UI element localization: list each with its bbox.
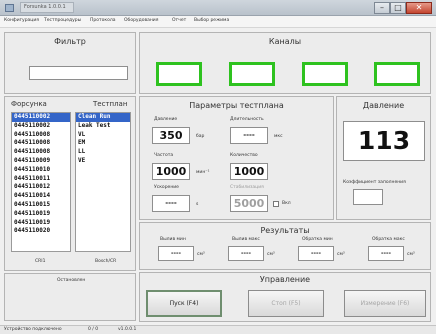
testplan-group-label: Bosch/CR bbox=[95, 259, 117, 264]
pressure-panel-title: Давление bbox=[362, 101, 405, 110]
stabilization-field[interactable]: 5000 bbox=[230, 195, 268, 212]
measure-button[interactable]: Измерение (F6) bbox=[344, 290, 426, 317]
channel-indicator-3 bbox=[302, 62, 348, 86]
frequency-field[interactable]: 1000 bbox=[152, 163, 190, 180]
duration-field[interactable]: ---- bbox=[230, 127, 268, 144]
list-item[interactable]: 0445110020 bbox=[12, 227, 70, 236]
control-panel: Управление Пуск (F4) Стоп (F5) Измерение… bbox=[139, 272, 431, 322]
nozzle-group-label: CRI1 bbox=[35, 259, 46, 264]
nozzle-column-header: Форсунка bbox=[11, 100, 47, 108]
result-unit: см³ bbox=[197, 252, 205, 257]
stabilization-checkbox[interactable] bbox=[273, 201, 279, 207]
stabilization-check-label: Вкл bbox=[282, 201, 291, 206]
list-item[interactable]: 0445110008 bbox=[12, 131, 70, 140]
result-unit: см³ bbox=[407, 252, 415, 257]
menu-testprocedures[interactable]: Тестпроцедуры bbox=[44, 18, 81, 23]
list-item[interactable]: EM bbox=[76, 139, 130, 148]
frequency-unit: мин⁻¹ bbox=[196, 170, 210, 175]
list-item[interactable]: 0445110012 bbox=[12, 183, 70, 192]
channels-panel: Каналы bbox=[139, 32, 431, 94]
list-item[interactable]: 0445110019 bbox=[12, 210, 70, 219]
result-value: ---- bbox=[228, 246, 264, 261]
result-unit: см³ bbox=[337, 252, 345, 257]
result-value: ---- bbox=[158, 246, 194, 261]
list-item[interactable]: 0445110008 bbox=[12, 139, 70, 148]
fill-coef-label: Коэффициент заполнения bbox=[343, 180, 406, 185]
result-label: Вылив макс bbox=[232, 237, 260, 242]
status-connection: Устройство подключено bbox=[4, 327, 62, 332]
testplan-params-panel: Параметры тестплана Давление 350 бар Дли… bbox=[139, 96, 334, 220]
frequency-label: Частота bbox=[154, 153, 174, 158]
list-item[interactable]: 0445110010 bbox=[12, 166, 70, 175]
filter-title: Фильтр bbox=[54, 37, 86, 46]
channel-indicator-1 bbox=[156, 62, 202, 86]
params-title: Параметры тестплана bbox=[189, 101, 284, 110]
list-item[interactable]: VE bbox=[76, 157, 130, 166]
duration-label: Длительность bbox=[230, 117, 264, 122]
status-counter: 0 / 0 bbox=[88, 327, 99, 332]
list-item[interactable]: 0445110019 bbox=[12, 219, 70, 228]
list-item[interactable]: 0445110002 bbox=[12, 113, 70, 122]
start-button[interactable]: Пуск (F4) bbox=[146, 290, 222, 317]
list-item[interactable]: 0445110008 bbox=[12, 148, 70, 157]
results-panel: Результаты Вылив мин ---- см³ Вылив макс… bbox=[139, 222, 431, 270]
stop-button[interactable]: Стоп (F5) bbox=[248, 290, 324, 317]
nozzle-list-panel: Форсунка Тестплан 0445110002 0445110002 … bbox=[4, 96, 136, 271]
result-value: ---- bbox=[368, 246, 404, 261]
pressure-unit: бар bbox=[196, 134, 205, 139]
pressure-param-field[interactable]: 350 bbox=[152, 127, 190, 144]
nozzle-listbox[interactable]: 0445110002 0445110002 0445110008 0445110… bbox=[11, 112, 71, 252]
window-title: Forsunka 1.0.0.1 bbox=[20, 2, 74, 13]
list-item[interactable]: 0445110011 bbox=[12, 175, 70, 184]
maximize-button[interactable]: □ bbox=[390, 2, 406, 14]
count-field[interactable]: 1000 bbox=[230, 163, 268, 180]
list-item[interactable]: 0445110014 bbox=[12, 192, 70, 201]
title-bar: Forsunka 1.0.0.1 – □ ✕ bbox=[0, 0, 436, 16]
channel-indicator-4 bbox=[374, 62, 420, 86]
count-label: Количество bbox=[230, 153, 258, 158]
list-item[interactable]: 0445110002 bbox=[12, 122, 70, 131]
menu-config[interactable]: Конфигурация bbox=[4, 18, 39, 23]
result-unit: см³ bbox=[267, 252, 275, 257]
list-item[interactable]: LL bbox=[76, 148, 130, 157]
duration-unit: мкс bbox=[274, 134, 283, 139]
result-label: Обратка макс bbox=[372, 237, 405, 242]
list-item[interactable]: 0445110015 bbox=[12, 201, 70, 210]
list-item[interactable]: VL bbox=[76, 131, 130, 140]
menu-protocols[interactable]: Протокола bbox=[90, 18, 115, 23]
fill-coef-field[interactable] bbox=[353, 189, 383, 205]
filter-input[interactable] bbox=[29, 66, 128, 80]
accel-label: Ускорение bbox=[154, 185, 179, 190]
menu-mode[interactable]: Выбор режима bbox=[194, 18, 229, 23]
menu-report[interactable]: Отчет bbox=[172, 18, 186, 23]
minimize-button[interactable]: – bbox=[374, 2, 390, 14]
status-notes-panel: Остановлен bbox=[4, 273, 136, 321]
accel-field[interactable]: ---- bbox=[152, 195, 190, 212]
results-title: Результаты bbox=[260, 226, 310, 235]
accel-unit: s bbox=[196, 202, 199, 207]
list-item[interactable]: 0445110009 bbox=[12, 157, 70, 166]
testplan-listbox[interactable]: Clean Run Leak Test VL EM LL VE bbox=[75, 112, 131, 252]
menu-bar: Конфигурация Тестпроцедуры Протокола Обо… bbox=[0, 16, 436, 28]
list-item[interactable]: Leak Test bbox=[76, 122, 130, 131]
control-title: Управление bbox=[259, 275, 311, 284]
status-version: v1.0.0.1 bbox=[118, 327, 137, 332]
testplan-column-header: Тестплан bbox=[93, 100, 128, 108]
app-icon bbox=[5, 4, 14, 12]
result-value: ---- bbox=[298, 246, 334, 261]
list-item[interactable]: Clean Run bbox=[76, 113, 130, 122]
filter-panel: Фильтр bbox=[4, 32, 136, 94]
run-state-label: Остановлен bbox=[57, 278, 86, 283]
menu-equipment[interactable]: Оборудования bbox=[124, 18, 158, 23]
result-label: Обратка мин bbox=[302, 237, 333, 242]
stabilization-label: Стабилизация bbox=[230, 185, 264, 190]
close-button[interactable]: ✕ bbox=[406, 2, 432, 14]
channels-title: Каналы bbox=[268, 37, 302, 46]
result-label: Вылив мин bbox=[160, 237, 186, 242]
status-bar: Устройство подключено 0 / 0 v1.0.0.1 bbox=[0, 325, 436, 334]
pressure-readout: 113 bbox=[343, 121, 425, 161]
pressure-panel: Давление 113 Коэффициент заполнения bbox=[336, 96, 431, 220]
channel-indicator-2 bbox=[229, 62, 275, 86]
pressure-param-label: Давление bbox=[154, 117, 178, 122]
